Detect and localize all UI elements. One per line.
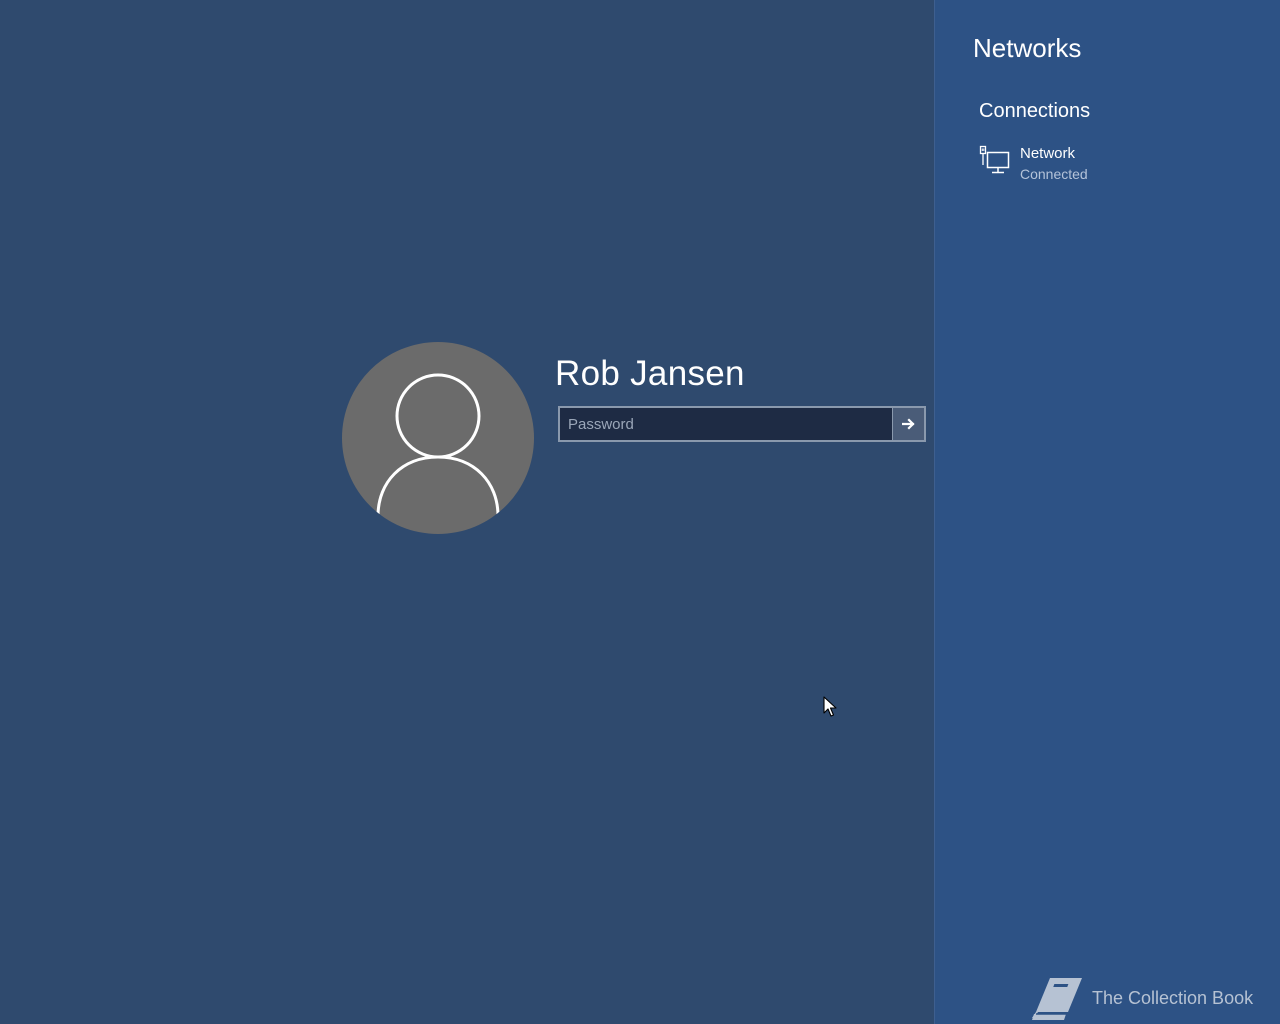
mouse-cursor-icon xyxy=(823,696,837,717)
watermark-text: The Collection Book xyxy=(1092,987,1254,1008)
network-connection-item[interactable]: Network Connected xyxy=(979,144,1259,188)
book-icon xyxy=(1032,978,1082,1020)
user-avatar xyxy=(342,342,534,534)
user-silhouette-icon xyxy=(376,373,500,517)
watermark: The Collection Book xyxy=(1028,974,1253,1022)
networks-panel: Networks Connections Network Connected xyxy=(934,0,1280,1024)
network-texts: Network Connected xyxy=(1020,144,1088,184)
arrow-right-icon xyxy=(901,418,915,430)
panel-title: Networks xyxy=(973,33,1082,63)
lock-screen: Rob Jansen Networks Connections Network … xyxy=(0,0,1280,1024)
password-field-container xyxy=(558,406,926,442)
network-status: Connected xyxy=(1020,166,1088,182)
wired-network-icon xyxy=(979,145,1010,174)
submit-button[interactable] xyxy=(892,408,924,440)
network-name: Network xyxy=(1020,145,1076,162)
user-name: Rob Jansen xyxy=(555,354,745,393)
connections-heading: Connections xyxy=(979,100,1091,122)
password-input[interactable] xyxy=(560,408,892,440)
